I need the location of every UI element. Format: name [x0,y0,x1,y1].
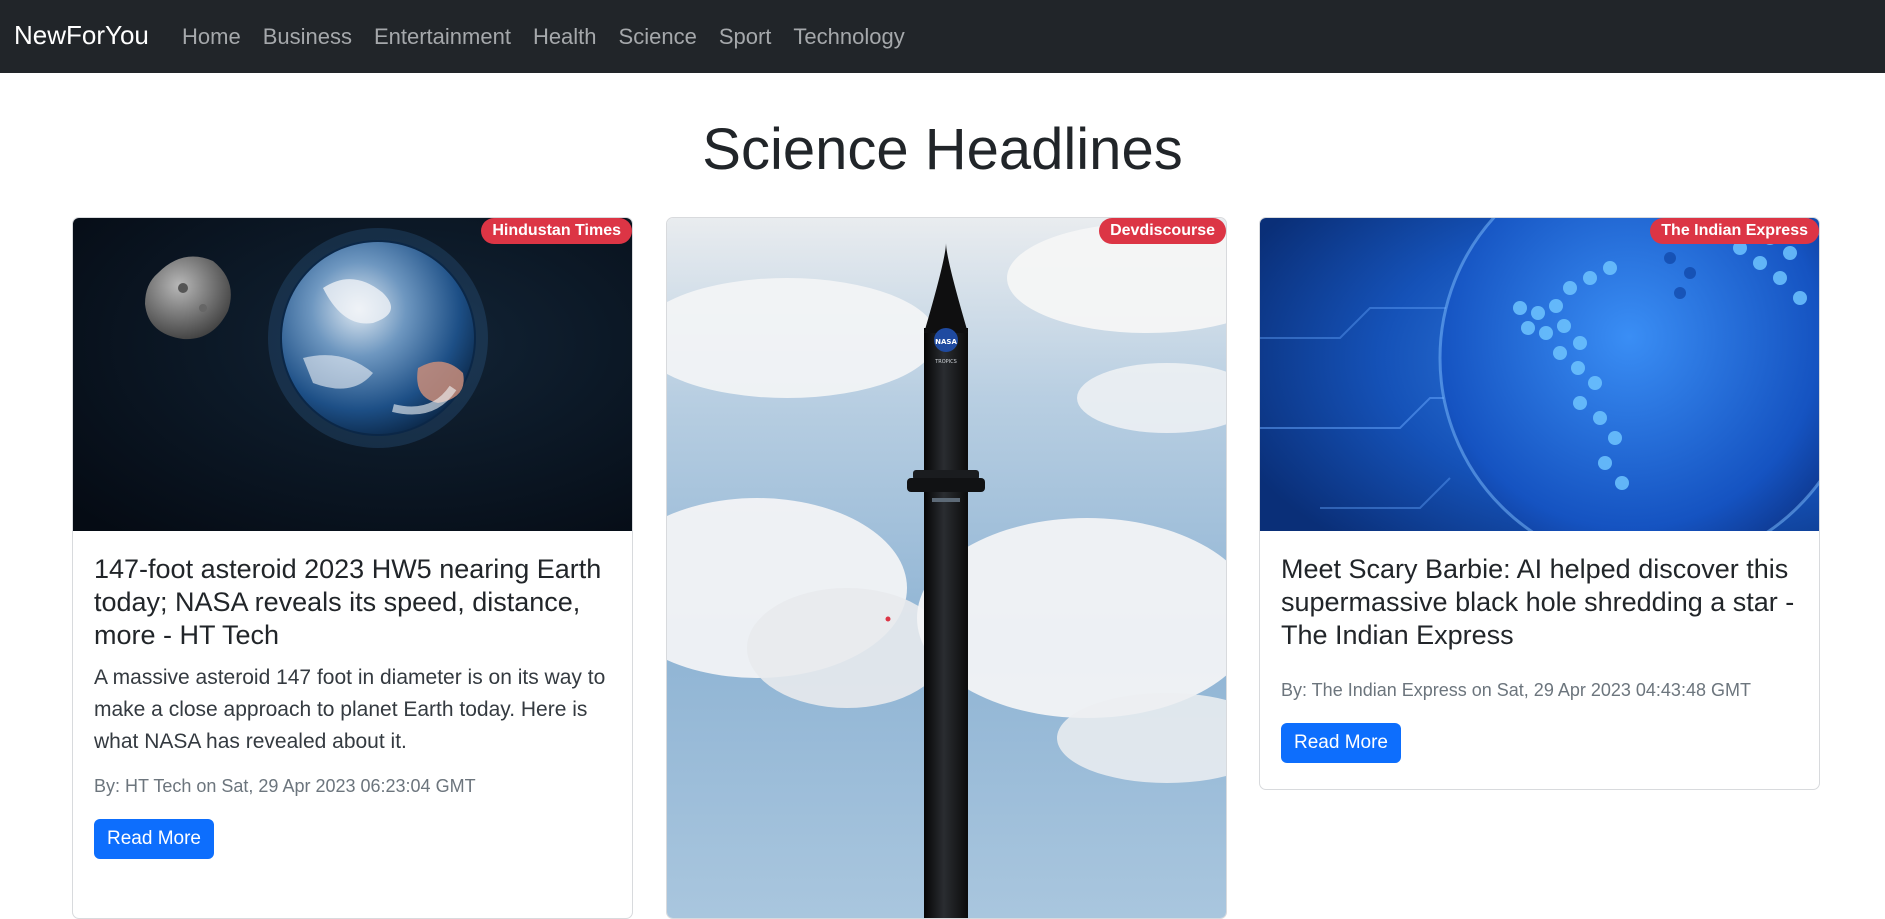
article-description: A massive asteroid 147 foot in diameter … [94,666,606,753]
nav-links: Home Business Entertainment Health Scien… [182,24,927,50]
card-body: Meet Scary Barbie: AI helped discover th… [1260,531,1819,763]
nav-link-science[interactable]: Science [619,24,697,50]
nav-link-health[interactable]: Health [533,24,597,50]
nav-link-home[interactable]: Home [182,24,241,50]
rocket-logo-text: NASA [935,338,957,346]
brand-logo[interactable]: NewForYou [14,20,149,51]
top-navbar: NewForYou Home Business Entertainment He… [0,0,1885,73]
read-more-button[interactable]: Read More [94,819,214,859]
source-badge: Devdiscourse [1099,218,1226,244]
nav-link-technology[interactable]: Technology [793,24,904,50]
nav-link-sport[interactable]: Sport [719,24,772,50]
page-heading: Science Headlines [702,117,1183,182]
news-card: Hindustan Times 147-foot asteroid 2023 H… [72,217,633,919]
news-card: The Indian Express Meet Scary Barbie: AI… [1259,217,1820,790]
asteroid-earth-image: Hindustan Times [73,218,632,531]
blue-globe-image: The Indian Express [1260,218,1819,531]
nav-link-business[interactable]: Business [263,24,352,50]
article-meta: By: HT Tech on Sat, 29 Apr 2023 06:23:04… [94,776,476,796]
source-badge: The Indian Express [1650,218,1819,244]
news-card: NASA TROPICS Devdiscourse [666,217,1227,919]
article-meta: By: The Indian Express on Sat, 29 Apr 20… [1281,680,1751,700]
article-title: Meet Scary Barbie: AI helped discover th… [1281,554,1795,650]
rocket-launch-image: NASA TROPICS Devdiscourse [667,218,1226,918]
nav-link-entertainment[interactable]: Entertainment [374,24,511,50]
rocket-mission-text: TROPICS [934,359,957,365]
source-badge: Hindustan Times [481,218,632,244]
article-title: 147-foot asteroid 2023 HW5 nearing Earth… [94,554,602,650]
read-more-button[interactable]: Read More [1281,723,1401,763]
card-body: 147-foot asteroid 2023 HW5 nearing Earth… [73,531,632,859]
